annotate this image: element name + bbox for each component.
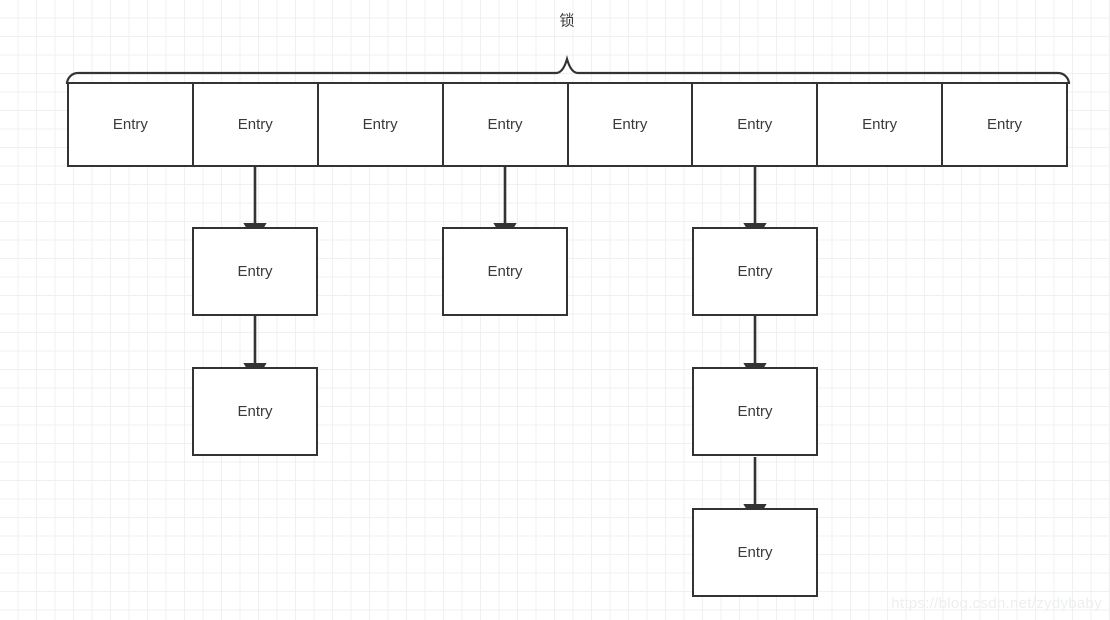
entry-table-cell: Entry bbox=[443, 84, 569, 165]
lock-label: 锁 bbox=[559, 11, 575, 30]
entry-node: Entry bbox=[192, 367, 318, 456]
entry-node: Entry bbox=[692, 227, 818, 316]
chain-arrows bbox=[243, 167, 767, 524]
entry-node: Entry bbox=[692, 508, 818, 597]
brace-path bbox=[65, 54, 1071, 85]
entry-table-cell: Entry bbox=[693, 84, 819, 165]
entry-table-cell: Entry bbox=[568, 84, 694, 165]
lock-brace-icon bbox=[65, 54, 1071, 85]
entry-node: Entry bbox=[442, 227, 568, 316]
entry-table: Entry Entry Entry Entry Entry Entry Entry Entry bbox=[67, 82, 1068, 167]
entry-table-cell: Entry bbox=[818, 84, 944, 165]
entry-node: Entry bbox=[192, 227, 318, 316]
watermark-text: https://blog.csdn.net/zydybaby bbox=[891, 595, 1102, 612]
entry-table-cell: Entry bbox=[69, 84, 194, 165]
entry-node: Entry bbox=[692, 367, 818, 456]
entry-table-cell: Entry bbox=[318, 84, 444, 165]
entry-table-cell: Entry bbox=[193, 84, 319, 165]
diagram-canvas: 锁 Entry Entry Entry Entry Entry Entry Entry Ent… bbox=[0, 0, 1110, 620]
entry-table-cell: Entry bbox=[943, 84, 1066, 165]
